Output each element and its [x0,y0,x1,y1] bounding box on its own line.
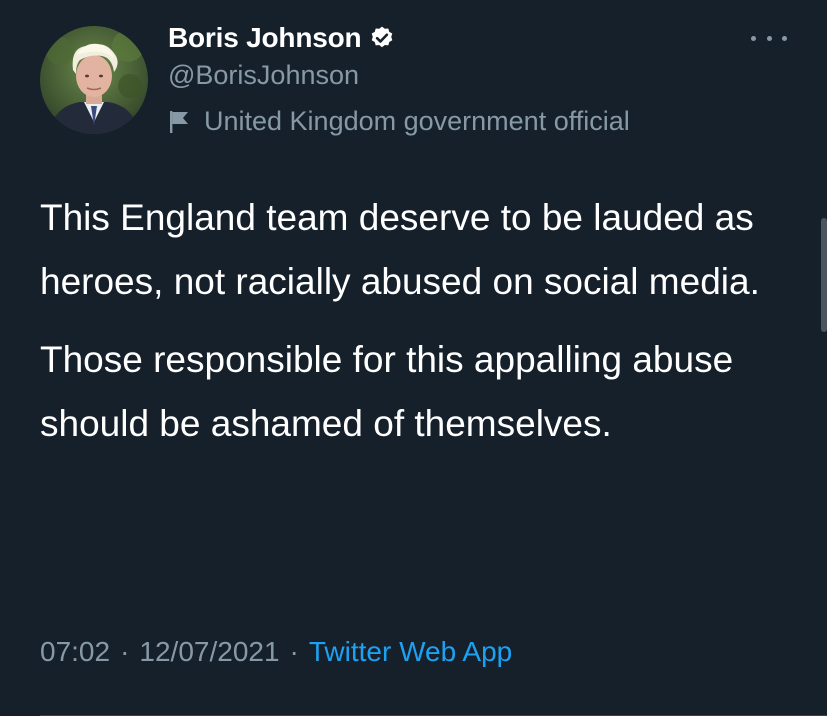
tweet-date[interactable]: 12/07/2021 [139,636,279,668]
more-dot [766,35,772,41]
tweet-time[interactable]: 07:02 [40,636,110,668]
flag-icon [168,109,190,135]
meta-separator: · [120,636,130,667]
government-label-text: United Kingdom government official [204,106,630,136]
verified-badge-icon [369,25,395,51]
scrollbar-thumb[interactable] [821,218,827,332]
display-name[interactable]: Boris Johnson [168,22,362,54]
tweet-card: Boris Johnson @BorisJohnson United Kingd… [0,0,827,716]
author-handle[interactable]: @BorisJohnson [168,60,359,91]
tweet-metadata: 07:02 · 12/07/2021 · Twitter Web App [40,636,512,668]
author-name-row[interactable]: Boris Johnson [168,20,395,56]
avatar[interactable] [40,26,148,134]
tweet-paragraph-1: This England team deserve to be lauded a… [40,197,760,302]
avatar-image [40,26,148,134]
more-dot [751,35,756,41]
more-dot [782,35,787,41]
meta-separator: · [289,636,299,667]
government-label[interactable]: United Kingdom government official [168,106,630,137]
tweet-text: This England team deserve to be lauded a… [40,186,800,470]
tweet-paragraph-2: Those responsible for this appalling abu… [40,339,734,444]
tweet-source-link[interactable]: Twitter Web App [309,636,512,668]
more-options-icon[interactable] [751,30,787,46]
